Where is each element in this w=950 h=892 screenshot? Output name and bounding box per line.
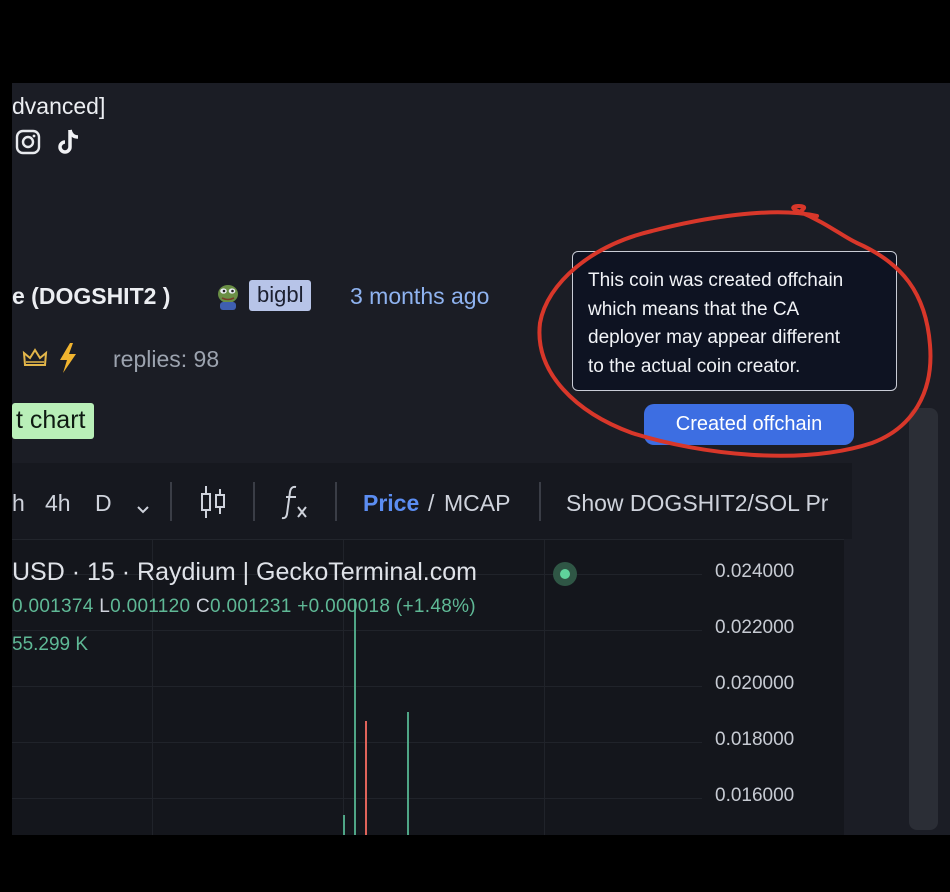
offchain-tooltip: This coin was created offchain which mea… [572,251,897,391]
candle-green [354,599,356,835]
chart-toggle-button[interactable]: t chart [12,403,95,439]
candles-icon[interactable] [199,484,227,526]
app-screen: dvanced] e (DOGSHIT2 ) bigbl 3 months ag… [12,83,950,835]
tooltip-line: This coin was created offchain [588,270,844,291]
scrollbar[interactable] [909,408,938,830]
y-tick-label: 0.016000 [715,785,795,806]
creator-avatar[interactable] [215,281,241,311]
interval-button[interactable]: h [12,490,25,517]
chart-plot-area[interactable]: USD · 15 · Raydium | GeckoTerminal.com 0… [12,539,844,835]
chart-toolbar: h 4h D Price / MCAP Show DOGSHIT2/SOL Pr [12,463,852,539]
tooltip-line: deployer may appear different [588,327,841,348]
page-subtitle: dvanced] [12,93,106,119]
y-tick-label: 0.024000 [715,561,795,582]
show-pair-toggle[interactable]: Show DOGSHIT2/SOL Pr [566,490,828,517]
chevron-down-icon[interactable] [136,494,150,521]
tiktok-icon[interactable] [56,127,82,157]
ohlc-close: 0.001231 [210,596,292,617]
ohlc-low: 0.001120 [110,596,191,617]
volume-readout: 55.299 K [12,634,89,655]
mcap-toggle[interactable]: MCAP [444,490,510,517]
ohlc-open: 0.001374 [12,596,94,617]
ohlc-low-label: L [99,596,111,617]
ohlc-readout: 0.001374 L0.001120 C0.001231 +0.000018 (… [12,596,476,618]
ohlc-change: +0.000018 (+1.48%) [297,596,476,617]
candle-red [365,720,367,835]
candle-green [343,815,345,835]
toolbar-divider [539,482,541,521]
tooltip-line: to the actual coin creator. [588,355,801,377]
toolbar-divider [253,482,255,521]
chart-title: USD · 15 · Raydium | GeckoTerminal.com [12,558,477,586]
coin-name: e (DOGSHIT2 ) [12,283,171,309]
instagram-icon[interactable] [15,129,41,155]
lightning-icon [57,342,79,379]
interval-4h-button[interactable]: 4h [45,490,71,517]
tooltip-line: which means that the CA [588,298,800,320]
y-tick-label: 0.020000 [715,673,795,694]
live-status-dot [560,569,570,579]
price-mcap-separator: / [428,490,435,516]
toolbar-divider [170,482,172,521]
ohlc-close-label: C [195,596,210,617]
interval-d-button[interactable]: D [95,490,112,517]
created-time: 3 months ago [350,283,490,309]
toolbar-divider [335,482,337,521]
chart-right-edge [844,539,852,835]
indicators-icon[interactable] [280,483,310,527]
y-tick-label: 0.022000 [715,617,795,638]
price-toggle[interactable]: Price [363,490,419,517]
crown-icon [22,348,48,373]
creator-username[interactable]: bigbl [249,280,312,311]
created-offchain-button[interactable]: Created offchain [644,404,854,445]
candle-green [407,711,409,835]
chart-panel: h 4h D Price / MCAP Show DOGSHIT2/SOL Pr… [12,463,852,835]
y-tick-label: 0.018000 [715,729,795,750]
replies-count: replies: 98 [113,346,220,372]
